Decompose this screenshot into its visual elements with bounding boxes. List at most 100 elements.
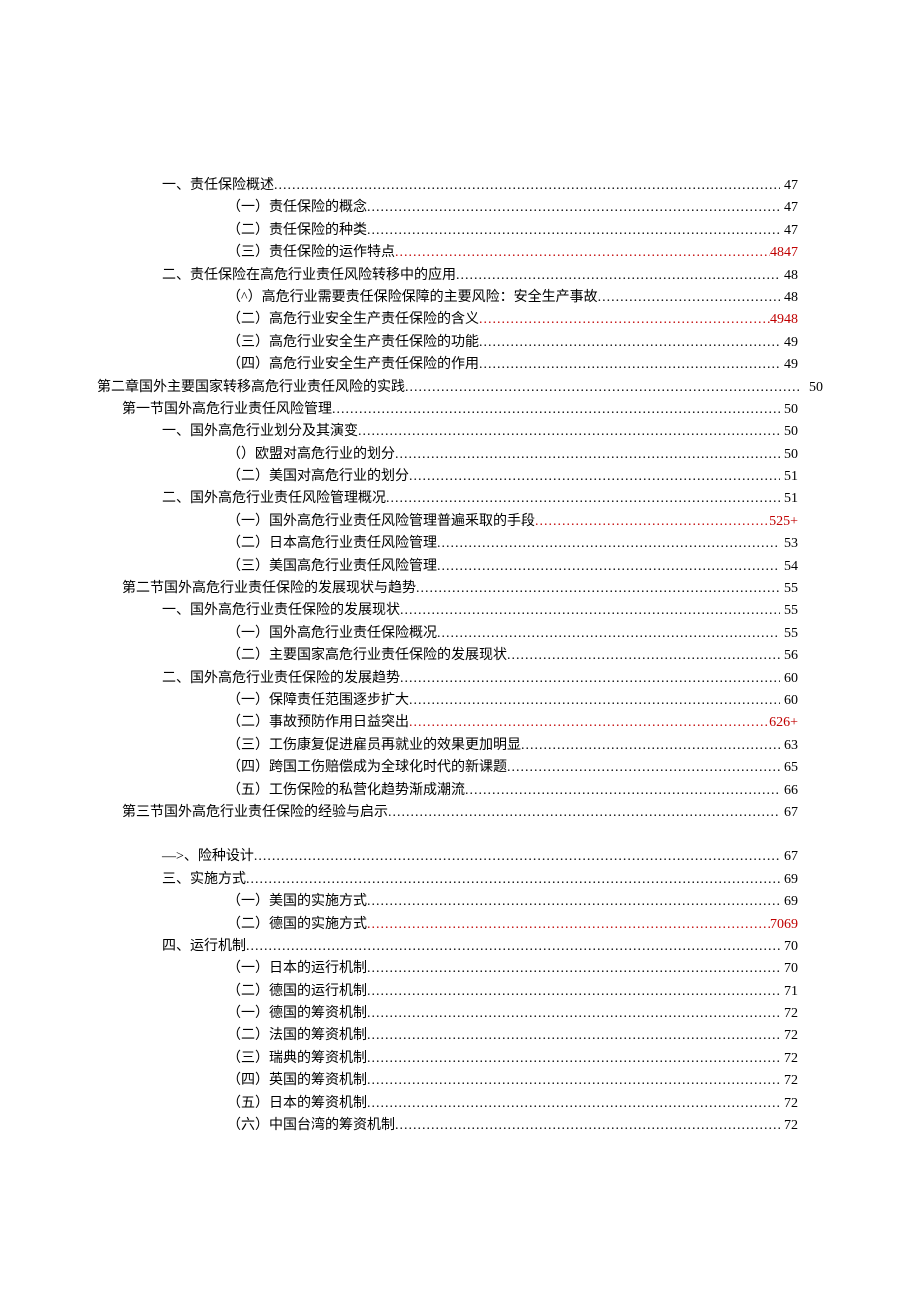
toc-entry-page: 55 [780, 623, 798, 645]
toc-entry-page: 4948 [770, 309, 798, 331]
toc-entry-page: 49 [780, 332, 798, 354]
toc-entry: （二）责任保险的种类 47 [122, 220, 798, 242]
toc-leader-dots [521, 735, 780, 757]
toc-leader-dots [507, 645, 780, 667]
toc-entry-page: 72 [780, 1003, 798, 1025]
toc-entry: （二）美国对高危行业的划分51 [122, 466, 798, 488]
toc-entry: （一）责任保险的概念47 [122, 197, 798, 219]
toc-entry-label: 一、国外高危行业划分及其演变 [162, 421, 358, 443]
toc-entry-page: 66 [780, 780, 798, 802]
toc-entry-label: （三）瑞典的筹资机制 [227, 1048, 367, 1070]
toc-leader-dots [479, 309, 770, 331]
toc-entry-page: 72 [780, 1048, 798, 1070]
toc-leader-dots [456, 265, 780, 287]
toc-entry: （一）日本的运行机制70 [122, 958, 798, 980]
toc-entry-label: （一）国外高危行业责任保险概况 [227, 623, 437, 645]
toc-entry: 第二章国外主要国家转移高危行业责任风险的实践50 [97, 377, 823, 399]
toc-entry-label: （四）跨国工伤赔偿成为全球化时代的新课题 [227, 757, 507, 779]
toc-leader-dots [367, 1003, 780, 1025]
toc-entry-label: （一）国外高危行业责任风险管理普遍釆取的手段 [227, 511, 535, 533]
toc-entry-label: （二）主要国家高危行业责任保险的发展现状 [227, 645, 507, 667]
toc-entry-label: （一）保障责任范围逐步扩大 [227, 690, 409, 712]
toc-leader-dots [388, 802, 780, 824]
toc-entry-page: 50 [780, 421, 798, 443]
toc-entry-label: （）欧盟对高危行业的划分 [227, 444, 395, 466]
toc-leader-dots [367, 1048, 780, 1070]
toc-entry: （一）美国的实施方式 69 [122, 891, 798, 913]
toc-entry-label: 第三节国外高危行业责任保险的经验与启示 [122, 802, 388, 824]
toc-entry-label: （四）高危行业安全生产责任保险的作用 [227, 354, 479, 376]
toc-leader-dots [437, 556, 780, 578]
toc-entry: （三）瑞典的筹资机制 72 [122, 1048, 798, 1070]
toc-entry: （一）德国的筹资机制 72 [122, 1003, 798, 1025]
toc-entry-page: 60 [780, 668, 798, 690]
toc-entry: （^）高危行业需要责任保险保障的主要风险：安全生产事故48 [122, 287, 798, 309]
toc-leader-dots [395, 1115, 780, 1137]
toc-leader-dots [405, 377, 799, 399]
toc-leader-dots [400, 668, 780, 690]
toc-leader-dots [465, 780, 780, 802]
toc-entry-page: 51 [780, 466, 798, 488]
toc-entry-page: 47 [780, 175, 798, 197]
toc-entry-label: （二）德国的运行机制 [227, 981, 367, 1003]
toc-entry-page: 72 [780, 1070, 798, 1092]
toc-entry-label: 一、国外高危行业责任保险的发展现状 [162, 600, 400, 622]
toc-leader-dots [358, 421, 780, 443]
toc-entry: （二）主要国家高危行业责任保险的发展现状56 [122, 645, 798, 667]
toc-entry: （四）高危行业安全生产责任保险的作用 49 [122, 354, 798, 376]
toc-entry-label: （二）责任保险的种类 [227, 220, 367, 242]
toc-entry-label: （一）美国的实施方式 [227, 891, 367, 913]
toc-entry-page: 626+ [769, 712, 798, 734]
toc-entry-label: （三）美国高危行业责任风险管理 [227, 556, 437, 578]
toc-entry: 第二节国外高危行业责任保险的发展现状与趋势55 [122, 578, 798, 600]
toc-leader-dots [395, 444, 780, 466]
toc-entry-label: （^）高危行业需要责任保险保障的主要风险：安全生产事故 [227, 287, 598, 309]
toc-entry-label: （一）德国的筹资机制 [227, 1003, 367, 1025]
toc-leader-dots [367, 1093, 780, 1115]
toc-leader-dots [367, 1025, 780, 1047]
toc-entry-label: （三）责任保险的运作特点 [227, 242, 395, 264]
toc-leader-dots [367, 891, 780, 913]
toc-entry-page: 55 [780, 600, 798, 622]
toc-entry-label: —>、险种设计 [162, 846, 254, 868]
toc-entry-page: 72 [780, 1115, 798, 1137]
toc-entry-page: 69 [780, 891, 798, 913]
toc-entry: （四）跨国工伤赔偿成为全球化时代的新课题65 [122, 757, 798, 779]
toc-leader-dots [367, 981, 780, 1003]
toc-entry-page: 50 [780, 444, 798, 466]
toc-entry-label: 三、实施方式 [162, 869, 246, 891]
toc-entry: （五）工伤保险的私营化趋势渐成潮流66 [122, 780, 798, 802]
document-page: 一、责任保险概述47（一）责任保险的概念47（二）责任保险的种类47（三）责任保… [0, 0, 920, 1301]
toc-entry-page: 55 [780, 578, 798, 600]
toc-entry: 第一节国外高危行业责任风险管理50 [122, 399, 798, 421]
toc-entry-page: 53 [780, 533, 798, 555]
toc-entry-page: 72 [780, 1025, 798, 1047]
toc-entry-page: 63 [780, 735, 798, 757]
toc-entry: （四）英国的筹资机制 72 [122, 1070, 798, 1092]
toc-entry: （二）日本高危行业责任风险管理53 [122, 533, 798, 555]
toc-entry-page: 47 [780, 220, 798, 242]
toc-entry: 二、责任保险在高危行业责任风险转移中的应用48 [122, 265, 798, 287]
toc-entry: （一）国外高危行业责任保险概况 55 [122, 623, 798, 645]
toc-entry-label: （二）法国的筹资机制 [227, 1025, 367, 1047]
toc-entry: （六）中国台湾的筹资机制72 [122, 1115, 798, 1137]
toc-leader-dots [246, 936, 780, 958]
toc-entry: （五）日本的筹资机制72 [122, 1093, 798, 1115]
toc-entry-page: 49 [780, 354, 798, 376]
toc-entry-label: （三）工伤康复促进雇员再就业的效果更加明显 [227, 735, 521, 757]
toc-entry: （一）保障责任范围逐步扩大 60 [122, 690, 798, 712]
toc-entry-label: 二、国外高危行业责任风险管理概况 [162, 488, 386, 510]
toc-leader-dots [437, 533, 780, 555]
toc-entry-label: （四）英国的筹资机制 [227, 1070, 367, 1092]
toc-leader-dots [535, 511, 769, 533]
toc-entry: 二、国外高危行业责任风险管理概况51 [122, 488, 798, 510]
toc-entry: 三、实施方式 69 [122, 869, 798, 891]
toc-leader-dots [367, 914, 770, 936]
toc-entry-label: （一）责任保险的概念 [227, 197, 367, 219]
toc-entry-page: 54 [780, 556, 798, 578]
toc-entry: 四、运行机制70 [122, 936, 798, 958]
toc-entry-page: 67 [780, 802, 798, 824]
toc-entry-page: 60 [780, 690, 798, 712]
toc-entry-page: 69 [780, 869, 798, 891]
toc-entry-page: 70 [780, 936, 798, 958]
